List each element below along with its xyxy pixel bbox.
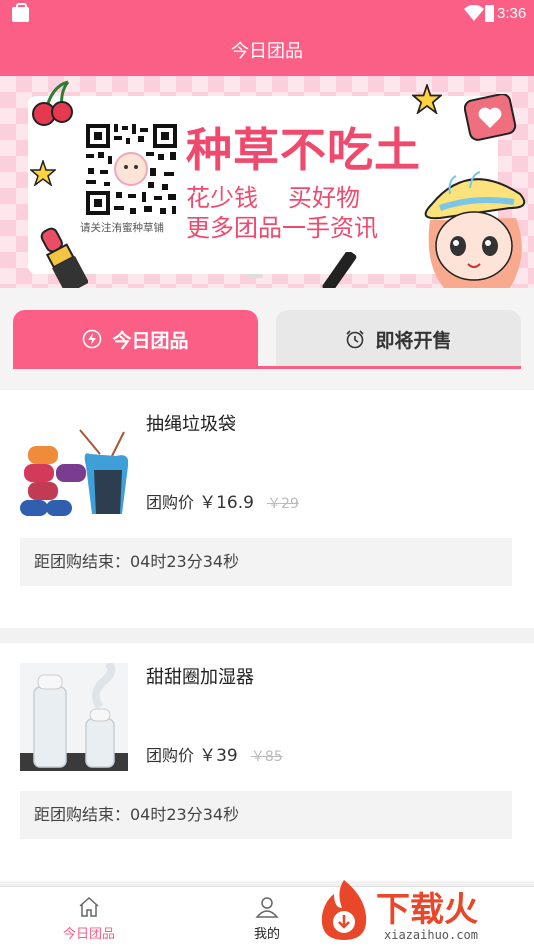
- nav-today[interactable]: 今日团品: [49, 895, 129, 942]
- tab-underline: [13, 366, 521, 369]
- carousel-indicator: [245, 274, 263, 278]
- status-bar: 3:36: [0, 0, 534, 30]
- star-icon: [412, 84, 442, 114]
- nav-me-label: 我的: [253, 927, 280, 942]
- battery-icon: [485, 5, 494, 22]
- price-label: 团购价: [146, 746, 195, 765]
- banner-headline: 种草不吃土: [186, 123, 421, 177]
- wifi-icon: [464, 5, 484, 21]
- banner-subline: 更多团品一手资讯: [186, 214, 378, 242]
- lightning-icon: [83, 329, 102, 349]
- tab-today[interactable]: 今日团品: [13, 310, 258, 368]
- product-card[interactable]: 甜甜圈加湿器 团购价 ￥39 ￥85 距团购结束：04时23分34秒: [0, 643, 534, 881]
- price-label: 团购价: [146, 493, 195, 512]
- promo-banner[interactable]: 请关注洧蜜种草铺 种草不吃土 花少钱 买好物 更多团品一手资讯: [0, 76, 534, 288]
- pen-icon: [322, 252, 357, 288]
- original-price: ￥85: [250, 749, 283, 765]
- countdown: 距团购结束：04时23分34秒: [20, 538, 512, 586]
- product-card[interactable]: 抽绳垃圾袋 团购价 ￥16.9 ￥29 距团购结束：04时23分34秒: [0, 390, 534, 628]
- product-name: 甜甜圈加湿器: [146, 667, 254, 688]
- alarm-clock-icon: [346, 330, 365, 349]
- cherry-icon: [32, 80, 73, 126]
- tab-today-label: 今日团品: [112, 329, 189, 352]
- group-price: ￥16.9: [199, 493, 254, 513]
- price-row: 团购价 ￥16.9 ￥29: [146, 488, 299, 513]
- nav-today-label: 今日团品: [62, 927, 115, 942]
- heart-bubble-icon: [464, 94, 517, 141]
- watermark-url: xiazaihuo.com: [384, 928, 478, 942]
- shopping-bag-icon: [12, 3, 29, 22]
- tab-upcoming-label: 即将开售: [375, 329, 452, 352]
- price-row: 团购价 ￥39 ￥85: [146, 741, 283, 766]
- flame-logo-icon: [321, 880, 367, 940]
- cartoon-girl-illustration: [424, 171, 526, 288]
- home-icon: [79, 896, 99, 917]
- watermark-text: 下载火: [376, 890, 478, 930]
- nav-me[interactable]: 我的: [227, 895, 307, 942]
- countdown: 距团购结束：04时23分34秒: [20, 791, 512, 839]
- star-icon: [30, 160, 56, 186]
- page-title: 今日团品: [0, 30, 534, 76]
- status-time: 3:36: [497, 5, 527, 22]
- product-name: 抽绳垃圾袋: [146, 414, 236, 435]
- product-image-humidifier: [20, 663, 128, 771]
- qr-caption: 请关注洧蜜种草铺: [80, 222, 164, 234]
- group-price: ￥39: [199, 746, 238, 766]
- original-price: ￥29: [267, 496, 299, 512]
- tab-upcoming[interactable]: 即将开售: [276, 310, 521, 368]
- user-icon: [255, 897, 279, 918]
- watermark: 下载火 xiazaihuo.com: [314, 876, 530, 946]
- qr-code: [84, 122, 179, 217]
- product-image-garbage-bags: [20, 410, 128, 518]
- tab-bar: 今日团品 即将开售: [0, 288, 534, 388]
